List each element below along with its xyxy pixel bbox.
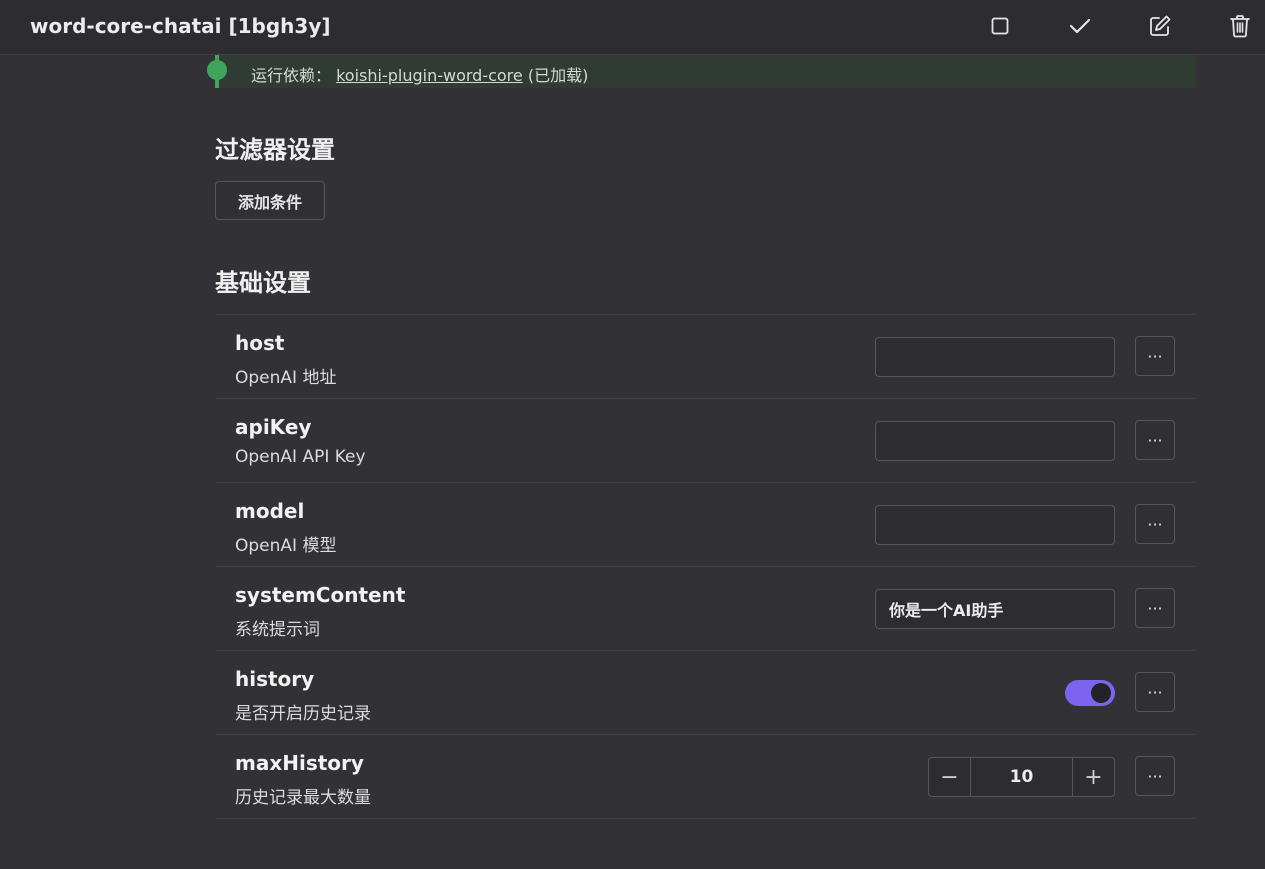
trash-icon[interactable] bbox=[1225, 11, 1255, 41]
basic-section-title: 基础设置 bbox=[215, 269, 311, 297]
setting-row-apikey: apiKey OpenAI API Key ··· bbox=[215, 399, 1195, 483]
add-condition-button[interactable]: 添加条件 bbox=[215, 181, 325, 220]
max-history-value[interactable]: 10 bbox=[971, 758, 1072, 796]
model-input[interactable] bbox=[875, 505, 1115, 545]
notice-status-dot bbox=[207, 60, 227, 80]
setting-row-host: host OpenAI 地址 ··· bbox=[215, 315, 1195, 399]
apikey-more-button[interactable]: ··· bbox=[1135, 420, 1175, 460]
filter-section-title: 过滤器设置 bbox=[215, 136, 335, 164]
setting-description: OpenAI 地址 bbox=[235, 368, 337, 388]
notice-label: 运行依赖： bbox=[251, 66, 332, 85]
setting-row-history: history 是否开启历史记录 ··· bbox=[215, 651, 1195, 735]
decrement-button[interactable]: − bbox=[929, 758, 971, 796]
setting-name: maxHistory bbox=[235, 751, 364, 775]
check-icon[interactable] bbox=[1065, 11, 1095, 41]
host-more-button[interactable]: ··· bbox=[1135, 336, 1175, 376]
setting-row-model: model OpenAI 模型 ··· bbox=[215, 483, 1195, 567]
setting-description: 历史记录最大数量 bbox=[235, 788, 371, 808]
setting-name: history bbox=[235, 667, 315, 691]
max-history-more-button[interactable]: ··· bbox=[1135, 756, 1175, 796]
system-content-input[interactable] bbox=[875, 589, 1115, 629]
setting-name: model bbox=[235, 499, 305, 523]
max-history-stepper: − 10 + bbox=[928, 757, 1115, 797]
setting-description: OpenAI 模型 bbox=[235, 536, 337, 556]
dependency-link[interactable]: koishi-plugin-word-core bbox=[336, 66, 523, 85]
main-content: 运行依赖： koishi-plugin-word-core (已加载) 过滤器设… bbox=[0, 0, 1265, 869]
square-icon[interactable] bbox=[985, 11, 1015, 41]
plugin-title: word-core-chatai [1bgh3y] bbox=[30, 14, 331, 38]
setting-description: 系统提示词 bbox=[235, 620, 320, 640]
apikey-input[interactable] bbox=[875, 421, 1115, 461]
setting-name: apiKey bbox=[235, 415, 312, 439]
edit-icon[interactable] bbox=[1145, 11, 1175, 41]
setting-description: OpenAI API Key bbox=[235, 447, 366, 467]
top-bar: word-core-chatai [1bgh3y] bbox=[0, 0, 1265, 55]
setting-name: host bbox=[235, 331, 285, 355]
host-input[interactable] bbox=[875, 337, 1115, 377]
model-more-button[interactable]: ··· bbox=[1135, 504, 1175, 544]
setting-row-maxhistory: maxHistory 历史记录最大数量 − 10 + ··· bbox=[215, 735, 1195, 819]
notice-text: 运行依赖： koishi-plugin-word-core (已加载) bbox=[251, 62, 588, 86]
setting-description: 是否开启历史记录 bbox=[235, 704, 371, 724]
history-more-button[interactable]: ··· bbox=[1135, 672, 1175, 712]
system-content-more-button[interactable]: ··· bbox=[1135, 588, 1175, 628]
notice-suffix: (已加载) bbox=[527, 66, 589, 85]
setting-name: systemContent bbox=[235, 583, 406, 607]
setting-row-systemcontent: systemContent 系统提示词 ··· bbox=[215, 567, 1195, 651]
history-toggle[interactable] bbox=[1065, 680, 1115, 706]
toggle-knob bbox=[1091, 683, 1111, 703]
increment-button[interactable]: + bbox=[1072, 758, 1114, 796]
settings-list: host OpenAI 地址 ··· apiKey OpenAI API Key… bbox=[215, 314, 1195, 819]
